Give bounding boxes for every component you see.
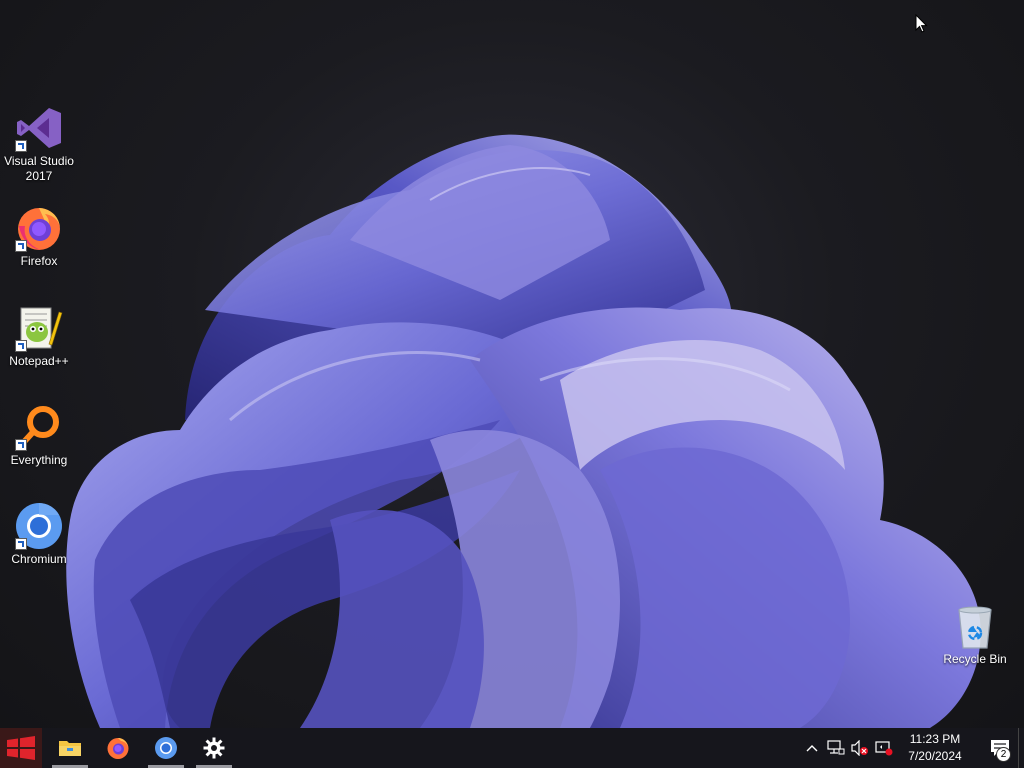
- visual-studio-icon: [15, 104, 63, 152]
- show-hidden-icons-button[interactable]: [800, 728, 824, 768]
- display-warning-icon: [875, 741, 893, 756]
- desktop-icon-firefox[interactable]: Firefox: [0, 204, 78, 269]
- shortcut-arrow-icon: [15, 340, 27, 352]
- everything-icon: [15, 403, 63, 451]
- notification-count-badge: 2: [996, 747, 1011, 762]
- shortcut-arrow-icon: [15, 538, 27, 550]
- clock-time: 11:23 PM: [909, 732, 961, 746]
- desktop-icon-label: Everything: [10, 453, 68, 467]
- desktop-icon-notepadpp[interactable]: Notepad++: [0, 304, 78, 369]
- taskbar: 11:23 PM 7/20/2024 2: [0, 728, 1024, 768]
- action-center-button[interactable]: 2: [982, 728, 1018, 768]
- chromium-icon: [155, 737, 177, 759]
- desktop-icon-label: Visual Studio: [4, 154, 74, 168]
- desktop-icon-visual-studio[interactable]: Visual Studio 2017: [0, 104, 78, 184]
- notepadpp-icon: [15, 304, 63, 352]
- desktop-icon-label: Notepad++: [9, 354, 69, 368]
- folder-icon: [59, 741, 81, 756]
- network-tray-icon[interactable]: [824, 728, 848, 768]
- desktop-icon-label: Recycle Bin: [943, 652, 1007, 666]
- volume-muted-icon: [851, 740, 868, 756]
- display-tray-icon[interactable]: [872, 728, 896, 768]
- show-desktop-button[interactable]: [1018, 728, 1024, 768]
- firefox-icon: [15, 204, 63, 252]
- taskbar-file-explorer[interactable]: [50, 728, 90, 768]
- mouse-pointer-icon: [915, 14, 928, 33]
- taskbar-chromium[interactable]: [146, 728, 186, 768]
- desktop-icon-label: Firefox: [20, 254, 58, 268]
- recycle-bin-icon: [951, 602, 999, 650]
- chromium-icon: [15, 502, 63, 550]
- firefox-icon: [107, 738, 129, 759]
- shortcut-arrow-icon: [15, 240, 27, 252]
- taskbar-firefox[interactable]: [98, 728, 138, 768]
- shortcut-arrow-icon: [15, 439, 27, 451]
- windows-logo-icon: [7, 736, 35, 760]
- desktop[interactable]: Visual Studio 2017 Firefox Notepad++ Eve…: [0, 0, 1024, 728]
- desktop-icon-everything[interactable]: Everything: [0, 403, 78, 468]
- start-button[interactable]: [0, 728, 42, 768]
- network-icon: [827, 740, 845, 755]
- wallpaper: [66, 134, 981, 728]
- system-tray: 11:23 PM 7/20/2024 2: [800, 728, 1024, 768]
- volume-tray-icon[interactable]: [848, 728, 872, 768]
- desktop-icon-label: 2017: [25, 169, 53, 183]
- taskbar-settings[interactable]: [194, 728, 234, 768]
- chevron-up-icon: [806, 745, 818, 752]
- gear-icon: [203, 737, 225, 759]
- clock-date: 7/20/2024: [908, 749, 962, 763]
- desktop-icon-label: Chromium: [11, 552, 67, 566]
- taskbar-clock[interactable]: 11:23 PM 7/20/2024: [900, 731, 970, 765]
- desktop-icon-recycle-bin[interactable]: Recycle Bin: [936, 602, 1014, 667]
- shortcut-arrow-icon: [15, 140, 27, 152]
- desktop-icon-chromium[interactable]: Chromium: [0, 502, 78, 567]
